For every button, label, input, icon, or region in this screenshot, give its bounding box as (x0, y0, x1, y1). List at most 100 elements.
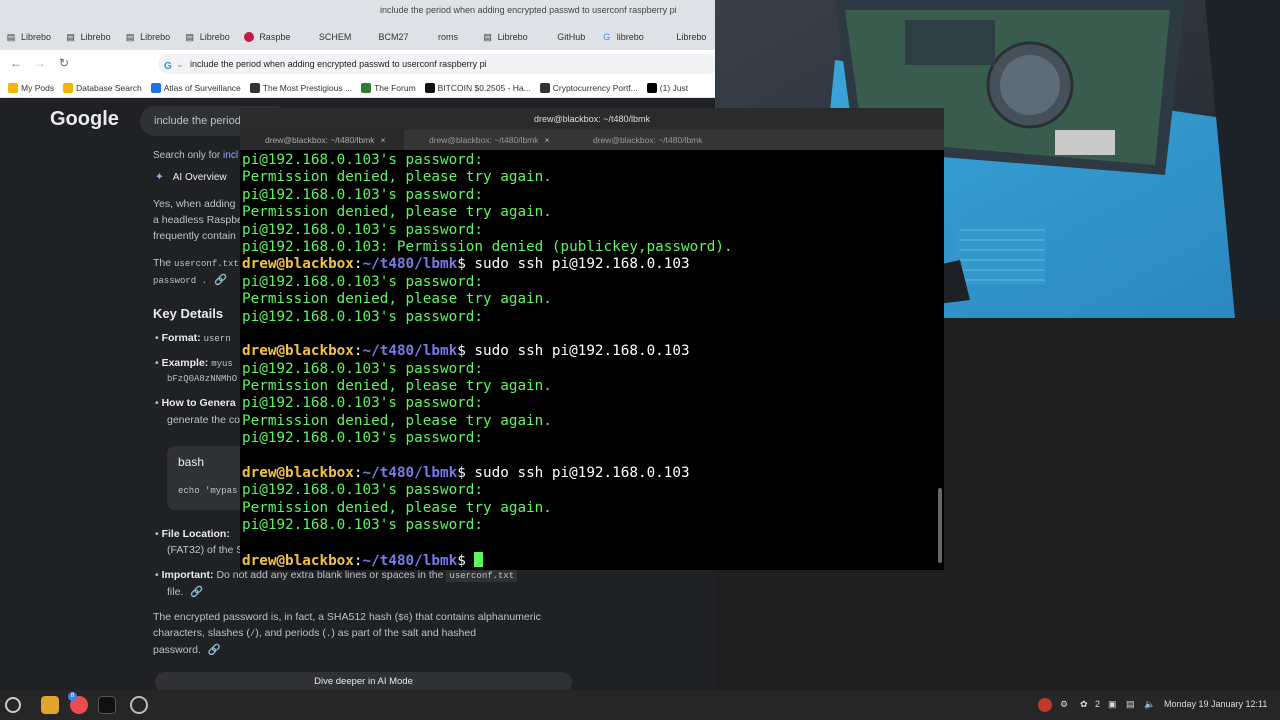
terminal-tab[interactable]: drew@blackbox: ~/t480/lbmk (568, 130, 732, 150)
browser-tab[interactable]: ▤ Librebo (119, 24, 179, 50)
window-title: include the period when adding encrypted… (380, 5, 677, 15)
browser-tab[interactable]: ▤ Librebo (0, 24, 60, 50)
terminal-line: Permission denied, please try again. (242, 204, 552, 221)
tab-strip: ▤ Librebo ▤ Librebo ▤ Librebo ▤ Librebo Raspbe SC… (0, 24, 715, 50)
bookmark-item[interactable]: The Most Prestigious ... (249, 82, 352, 93)
terminal-line: Permission denied, please try again. (242, 499, 552, 516)
prompt-dollar: $ (457, 465, 466, 482)
search-only-prefix: Search only for (153, 150, 221, 161)
the-text: The (153, 257, 172, 269)
address-bar[interactable]: G ⌄ include the period when adding encry… (158, 54, 718, 74)
clipboard-icon[interactable]: ▤ (1126, 699, 1135, 710)
tab-label: BCM27 (378, 32, 409, 42)
prompt-path: ~/t480/lbmk (362, 343, 458, 360)
search-only-text: Search only for incl (153, 150, 238, 161)
example-label: Example: (161, 357, 209, 369)
format-value: usern (203, 334, 231, 344)
forward-icon[interactable]: → (32, 56, 48, 70)
bookmark-label: BITCOIN $0.2505 - Ha... (437, 82, 531, 93)
file-location-text: (FAT32) of the S (167, 544, 244, 556)
doc-icon: ▤ (66, 32, 75, 42)
bookmark-item[interactable]: Database Search (63, 82, 142, 93)
prompt-user: drew@blackbox (242, 343, 354, 360)
terminal-prompt-line: drew@blackbox:~/t480/lbmk$ sudo ssh pi@1… (242, 465, 940, 482)
search-only-link[interactable]: incl (223, 150, 238, 161)
terminal-line: pi@192.168.0.103's password: (242, 430, 484, 447)
close-icon[interactable]: × (545, 135, 550, 145)
clock[interactable]: Monday 19 January 12:11 (1164, 699, 1267, 709)
browser-tab[interactable]: ▤ Librebo (60, 24, 120, 50)
terminal-tab[interactable]: drew@blackbox: ~/t480/lbmk × (240, 130, 404, 150)
network-icon[interactable]: ✿ (1080, 699, 1088, 710)
para-text-6: password. (153, 644, 201, 656)
browser-tab[interactable]: BCM27 (357, 24, 417, 50)
file-location-label: File Location: (161, 528, 230, 540)
terminal-scrollbar[interactable] (938, 488, 942, 563)
bookmark-item[interactable]: The Forum (361, 82, 416, 93)
bookmark-item[interactable]: (1) Just (646, 82, 689, 93)
browser-tab[interactable]: roms (417, 24, 477, 50)
browser-tab[interactable]: Librebo (655, 24, 715, 50)
browser-titlebar: include the period when adding encrypted… (0, 0, 715, 24)
dive-deeper-button[interactable]: Dive deeper in AI Mode (155, 672, 572, 692)
address-text: include the period when adding encrypted… (190, 59, 487, 69)
link-icon[interactable]: 🔗 (214, 274, 227, 286)
prompt-user: drew@blackbox (242, 552, 354, 568)
browser-tab[interactable]: ▤ Librebo (477, 24, 537, 50)
link-icon[interactable]: 🔗 (190, 586, 203, 598)
reload-icon[interactable]: ↻ (56, 56, 72, 70)
sparkle-icon: ✦ (155, 171, 164, 183)
doc-icon: ▤ (6, 32, 16, 42)
terminal-tab[interactable]: drew@blackbox: ~/t480/lbmk × (404, 130, 568, 150)
close-icon[interactable]: × (381, 135, 386, 145)
bookmark-item[interactable]: BITCOIN $0.2505 - Ha... (424, 82, 531, 93)
browser-tab[interactable]: Raspbe (238, 24, 298, 50)
tab-label: librebo (616, 32, 644, 42)
display-icon[interactable]: ▣ (1108, 699, 1117, 710)
the-text-line: The userconf.txt (153, 257, 239, 269)
google-logo[interactable]: Google (50, 108, 119, 131)
terminal-tabs: drew@blackbox: ~/t480/lbmk × drew@blackbox… (240, 130, 944, 150)
browser-toolbar: ← → ↻ G ⌄ include the period when adding… (0, 50, 718, 78)
folder-icon[interactable] (41, 696, 59, 714)
para-text-1: The encrypted password is, in fact, a SH… (153, 611, 399, 623)
para-text-3: characters, slashes ( (153, 627, 250, 639)
bullet-format: • Format: usern (155, 332, 231, 344)
ai-intro-line-2: a headless Raspbe (153, 214, 243, 226)
prompt-path: ~/t480/lbmk (362, 552, 458, 568)
bookmark-icon (646, 82, 657, 93)
browser-tab[interactable]: SCHEM (298, 24, 358, 50)
bookmark-label: (1) Just (659, 82, 689, 93)
bookmark-item[interactable]: Atlas of Surveillance (150, 82, 241, 93)
terminal-line: Permission denied, please try again. (242, 169, 552, 186)
ai-intro-line-1: Yes, when adding (153, 198, 236, 210)
terminal-icon[interactable] (98, 696, 116, 714)
para-line-3: password. 🔗 (153, 643, 221, 656)
workspace-count[interactable]: 2 (1095, 699, 1100, 709)
taskbar: 8 ⚙ ✿ 2 ▣ ▤ 🔈 Monday 19 January 12:11 (0, 690, 1280, 720)
terminal-window[interactable]: drew@blackbox: ~/t480/lbmk drew@blackbox… (240, 108, 944, 570)
terminal-output[interactable]: pi@192.168.0.103's password: Permission d… (242, 152, 940, 568)
record-icon[interactable] (1038, 698, 1052, 712)
menu-icon[interactable] (5, 697, 21, 713)
tab-label: Librebo (80, 32, 111, 42)
browser-tab[interactable]: GitHub (536, 24, 596, 50)
bookmark-item[interactable]: My Pods (8, 82, 54, 93)
chevron-down-icon[interactable]: ⌄ (176, 54, 184, 74)
settings-icon[interactable] (130, 696, 148, 714)
prompt-dollar: $ (457, 552, 466, 568)
prompt-dollar: $ (457, 256, 466, 273)
browser-tab[interactable]: ▤ Librebo (179, 24, 239, 50)
back-icon[interactable]: ← (8, 56, 24, 70)
tab-label: Librebo (21, 32, 52, 42)
terminal-line: pi@192.168.0.103's password: (242, 395, 484, 412)
volume-icon[interactable]: 🔈 (1144, 699, 1155, 710)
para-text-4: ), and periods ( (255, 627, 326, 639)
bookmark-item[interactable]: Cryptocurrency Portf... (539, 82, 638, 93)
browser-tab[interactable]: Glibrebo (596, 24, 656, 50)
shield-icon[interactable]: ⚙ (1060, 699, 1068, 710)
bookmark-label: Atlas of Surveillance (163, 82, 241, 93)
terminal-line: Permission denied, please try again. (242, 412, 552, 429)
link-icon[interactable]: 🔗 (208, 644, 221, 656)
terminal-cursor (474, 551, 484, 567)
